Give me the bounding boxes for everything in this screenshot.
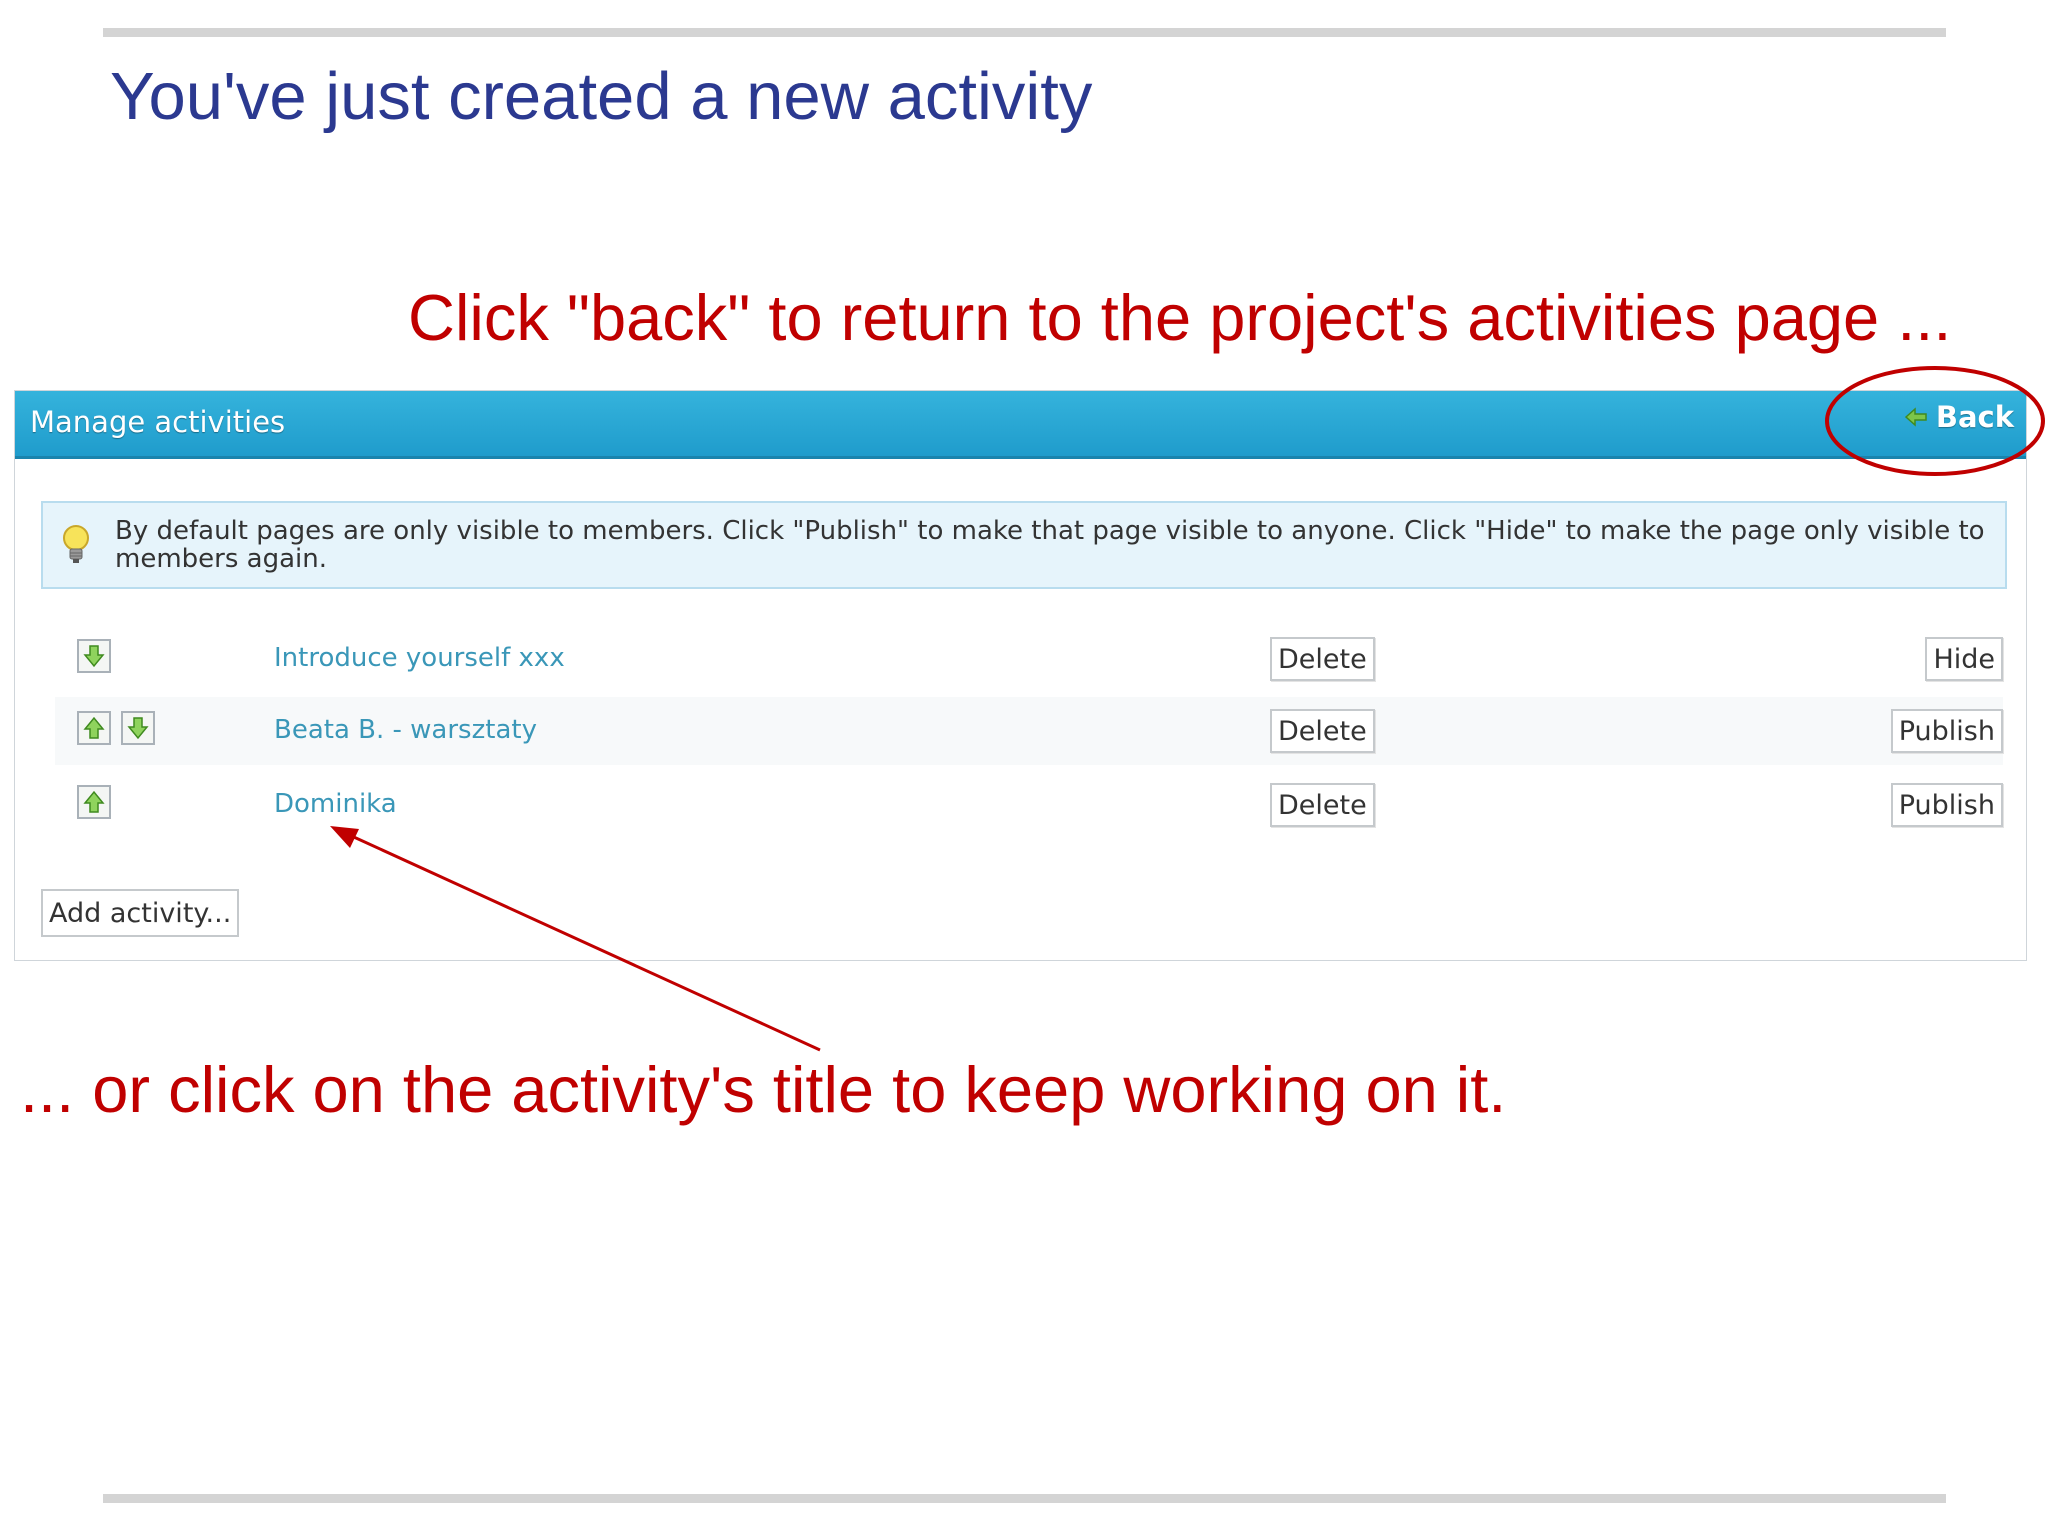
activity-row: Introduce yourself xxx Delete Hide [55, 625, 2003, 693]
panel-title: Manage activities [30, 405, 286, 439]
info-box: By default pages are only visible to mem… [41, 501, 2007, 589]
green-down-arrow-icon [83, 645, 105, 668]
callout-back: Click "back" to return to the project's … [408, 281, 1952, 354]
add-activity-button[interactable]: Add activity... [41, 889, 240, 937]
publish-button[interactable]: Publish [1890, 783, 2003, 827]
top-rule [103, 28, 1946, 37]
hide-button[interactable]: Hide [1925, 637, 2003, 681]
move-up-button[interactable] [77, 785, 111, 819]
info-text: By default pages are only visible to mem… [115, 516, 1985, 574]
manage-activities-panel: Manage activities Back By default pages … [14, 390, 2027, 961]
activity-row: Beata B. - warsztaty Delete Publish [55, 697, 2003, 765]
activity-title-link[interactable]: Introduce yourself xxx [274, 643, 565, 673]
move-up-button[interactable] [77, 711, 111, 745]
panel-header: Manage activities Back [15, 391, 2026, 459]
activity-title-link[interactable]: Beata B. - warsztaty [274, 715, 537, 745]
green-up-arrow-icon [83, 790, 105, 813]
back-arrow-icon [1904, 407, 1927, 427]
move-down-button[interactable] [121, 711, 155, 745]
back-button[interactable]: Back [1904, 399, 2014, 435]
publish-button[interactable]: Publish [1890, 709, 2003, 753]
delete-button[interactable]: Delete [1270, 709, 1375, 753]
move-down-button[interactable] [77, 639, 111, 673]
delete-button[interactable]: Delete [1270, 783, 1375, 827]
delete-button[interactable]: Delete [1270, 637, 1375, 681]
bottom-rule [103, 1494, 1946, 1503]
lightbulb-icon [63, 525, 89, 563]
back-label: Back [1935, 400, 2014, 434]
slide-title: You've just created a new activity [110, 59, 1093, 134]
green-down-arrow-icon [127, 717, 149, 740]
callout-title: ... or click on the activity's title to … [20, 1053, 1507, 1126]
green-up-arrow-icon [83, 716, 105, 739]
activity-title-link[interactable]: Dominika [274, 789, 397, 819]
activity-row: Dominika Delete Publish [55, 771, 2003, 839]
